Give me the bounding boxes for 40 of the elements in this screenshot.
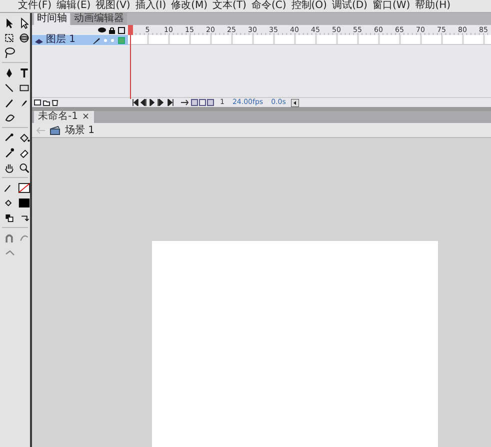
document-tab-label[interactable]: 未命名-1 [38, 111, 78, 123]
text-tool-icon[interactable] [18, 66, 30, 80]
menu-item[interactable]: 插入(I) [135, 1, 166, 11]
clapperboard-icon [50, 126, 60, 134]
menu-item[interactable]: 修改(M) [171, 1, 208, 11]
lock-icon[interactable] [109, 26, 115, 34]
panel-tab[interactable]: 时间轴 [34, 13, 70, 25]
panel-tab[interactable]: 动画编辑器 [71, 13, 127, 25]
outline-square-icon[interactable] [118, 26, 125, 34]
lasso-icon[interactable] [3, 46, 17, 60]
dot-icon[interactable] [104, 38, 107, 42]
layer-icon [35, 36, 43, 44]
dot-icon[interactable] [111, 38, 114, 42]
loop-icon[interactable] [180, 99, 189, 106]
close-button[interactable]: × [82, 111, 90, 123]
folder-icon[interactable] [43, 99, 50, 106]
zoom-icon[interactable] [18, 160, 30, 174]
new-layer-icon[interactable] [34, 99, 41, 106]
menu-item[interactable]: 帮助(H) [415, 1, 450, 11]
rotation-icon[interactable] [18, 30, 30, 44]
onion-skin-icon[interactable] [191, 99, 215, 106]
menu-item[interactable]: 调试(D) [332, 1, 368, 11]
playhead-marker[interactable] [128, 25, 133, 35]
fill-swatch-icon[interactable] [18, 196, 30, 210]
no-color-swatch-icon[interactable] [18, 180, 30, 194]
pencil-icon [93, 36, 100, 44]
eyedropper-icon[interactable] [3, 146, 16, 160]
eye-icon[interactable] [98, 27, 106, 33]
document-tab[interactable]: 未命名-1 × [34, 111, 94, 123]
outline-color-icon[interactable] [118, 36, 125, 44]
menu-item[interactable]: 命令(C) [251, 1, 286, 11]
layer-name[interactable]: 图层 1 [46, 35, 76, 45]
trash-icon[interactable] [52, 99, 58, 106]
playhead-line [130, 35, 131, 99]
scene-name: 场景 1 [65, 124, 95, 137]
menu-item[interactable]: 视图(V) [96, 1, 130, 11]
menu-item[interactable]: 编辑(E) [56, 1, 91, 11]
layer-row[interactable]: 图层 1 [32, 35, 128, 45]
menu-item[interactable]: 控制(O) [291, 1, 327, 11]
scroll-arrow-icon[interactable] [290, 98, 299, 106]
